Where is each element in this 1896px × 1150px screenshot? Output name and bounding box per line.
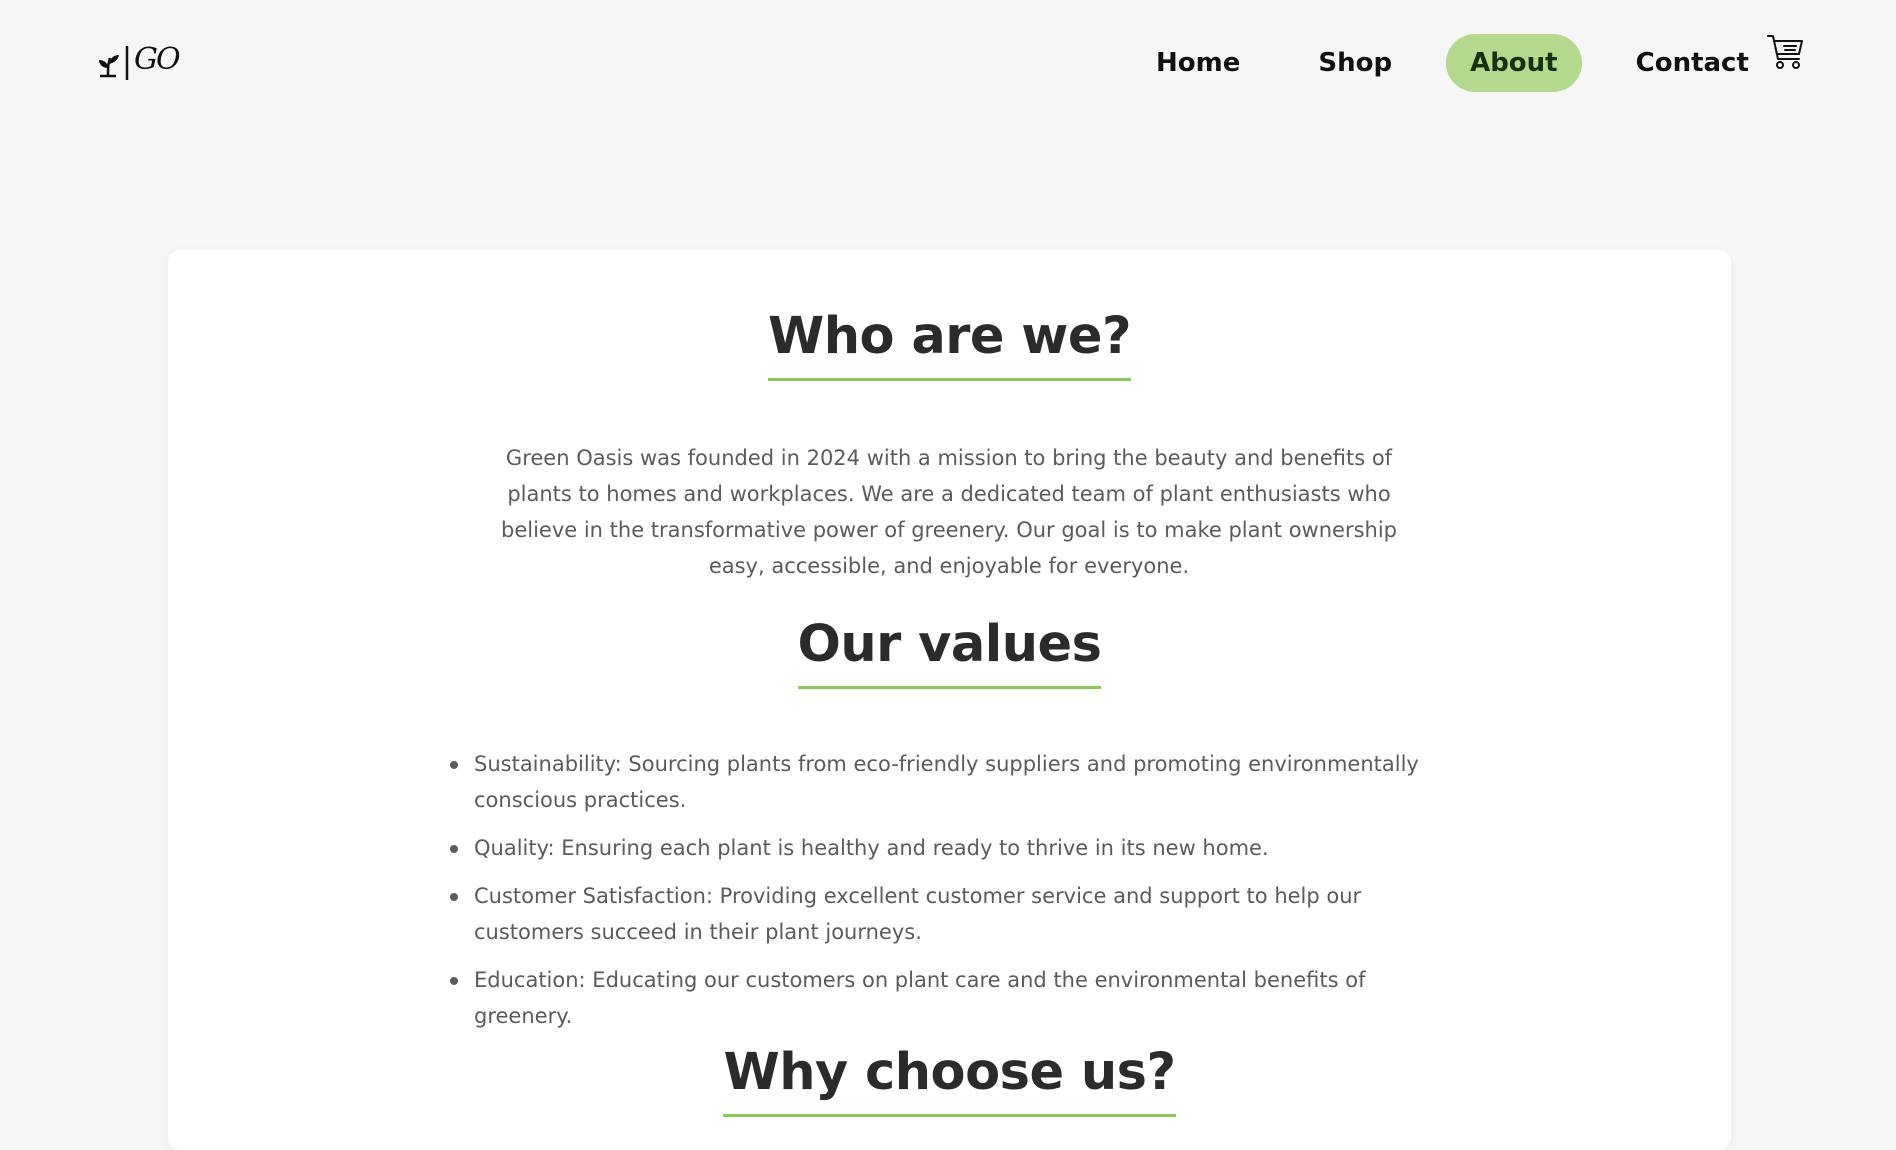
site-logo[interactable]: GO bbox=[94, 42, 181, 82]
logo-text: GO bbox=[134, 42, 181, 77]
list-item: Quality: Ensuring each plant is healthy … bbox=[450, 830, 1454, 866]
about-title: Who are we? bbox=[767, 306, 1132, 381]
top-navigation-bar: GO Home Shop About Contact bbox=[0, 0, 1896, 125]
values-list: Sustainability: Sourcing plants from eco… bbox=[450, 746, 1454, 1046]
values-section-header: Our values bbox=[168, 614, 1731, 689]
nav-shop[interactable]: Shop bbox=[1294, 34, 1416, 92]
about-card: Who are we? Green Oasis was founded in 2… bbox=[168, 250, 1731, 1150]
list-item: Customer Satisfaction: Providing excelle… bbox=[450, 878, 1454, 950]
main-nav: Home Shop About Contact bbox=[1132, 34, 1773, 92]
about-section-header: Who are we? bbox=[168, 306, 1731, 381]
shopping-cart-icon[interactable] bbox=[1766, 33, 1806, 71]
nav-about[interactable]: About bbox=[1446, 34, 1582, 92]
values-title: Our values bbox=[797, 614, 1102, 689]
why-section-header: Why choose us? bbox=[168, 1042, 1731, 1117]
about-paragraph: Green Oasis was founded in 2024 with a m… bbox=[500, 446, 1398, 578]
nav-home[interactable]: Home bbox=[1132, 34, 1264, 92]
nav-contact[interactable]: Contact bbox=[1612, 34, 1773, 92]
list-item: Sustainability: Sourcing plants from eco… bbox=[450, 746, 1454, 818]
list-item: Education: Educating our customers on pl… bbox=[450, 962, 1454, 1034]
why-title: Why choose us? bbox=[723, 1042, 1176, 1117]
